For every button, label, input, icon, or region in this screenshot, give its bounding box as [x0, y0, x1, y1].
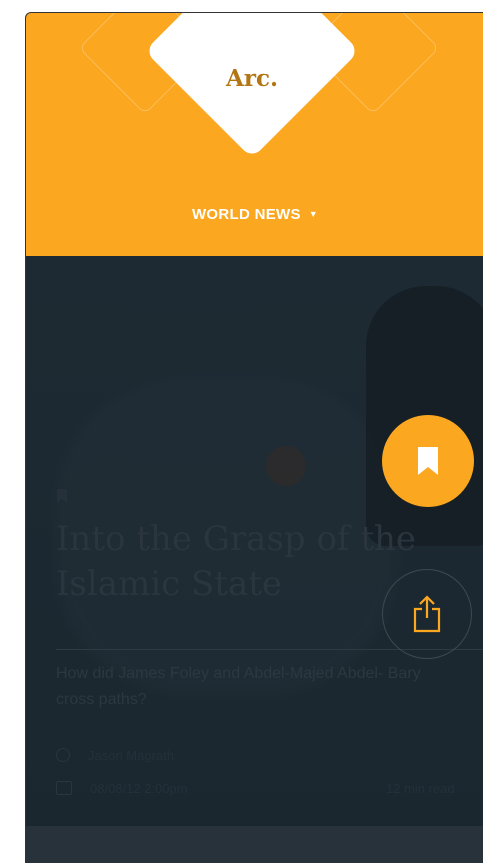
- bookmark-indicator-icon: [57, 489, 67, 503]
- app-header: Arc. WORLD NEWS ▼: [26, 13, 483, 256]
- hero-image-shape: [266, 446, 306, 486]
- share-button[interactable]: [382, 569, 472, 659]
- publish-date: 08/08/12 2:00pm: [90, 781, 188, 796]
- logo[interactable]: Arc.: [202, 65, 302, 92]
- author-name[interactable]: Jason Magrath: [88, 748, 174, 763]
- bookmark-icon: [418, 447, 438, 475]
- article-author: Jason Magrath: [56, 748, 174, 763]
- article-subtitle: How did James Foley and Abdel-Majed Abde…: [56, 665, 421, 708]
- article-date: 08/08/12 2:00pm: [56, 781, 188, 796]
- caret-down-icon: ▼: [308, 209, 319, 219]
- next-card-peek: [26, 826, 483, 863]
- read-time: 12 min read: [386, 781, 455, 796]
- section-label: WORLD NEWS: [191, 206, 301, 223]
- share-icon: [413, 595, 441, 633]
- section-dropdown[interactable]: WORLD NEWS ▼: [26, 206, 483, 223]
- user-icon: [56, 748, 70, 762]
- calendar-icon: [56, 781, 72, 795]
- app-frame: Arc. WORLD NEWS ▼ Into the Grasp of the I…: [25, 12, 483, 863]
- bookmark-button[interactable]: [382, 415, 474, 507]
